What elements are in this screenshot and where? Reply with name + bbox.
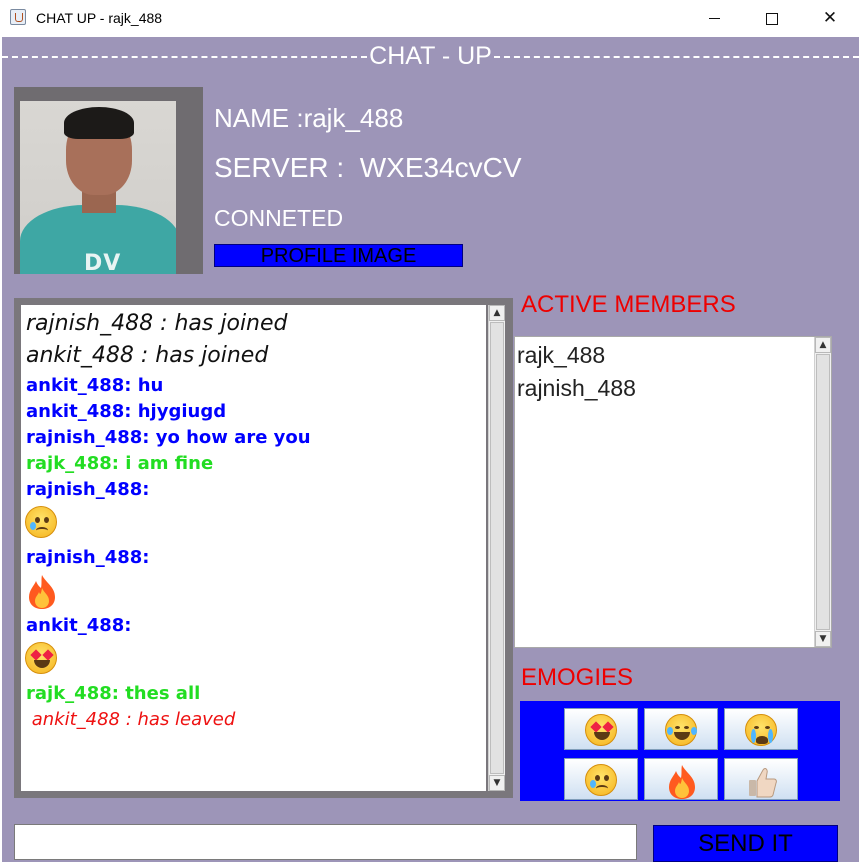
profile-image-button[interactable]: PROFILE IMAGE bbox=[214, 244, 463, 267]
chat-messages[interactable]: rajnish_488 : has joined ankit_488 : has … bbox=[21, 305, 486, 791]
heart-eyes-icon bbox=[25, 642, 57, 674]
chat-message: ankit_488: hjygiugd bbox=[26, 401, 227, 422]
scroll-thumb[interactable] bbox=[490, 322, 504, 774]
send-button[interactable]: SEND IT bbox=[653, 825, 838, 862]
chat-message: rajnish_488: yo how are you bbox=[26, 427, 311, 448]
maximize-button[interactable] bbox=[743, 0, 801, 37]
minimize-icon bbox=[708, 18, 720, 19]
scroll-up-arrow-icon[interactable]: ▲ bbox=[815, 337, 831, 353]
chat-message: rajnish_488: bbox=[26, 547, 150, 568]
loudly-crying-icon bbox=[745, 714, 777, 746]
crying-face-icon bbox=[25, 506, 57, 538]
window-title: CHAT UP - rajk_488 bbox=[36, 10, 163, 26]
crying-face-icon bbox=[585, 764, 617, 796]
profile-avatar: DV bbox=[14, 87, 203, 274]
chat-message: rajnish_488: bbox=[26, 479, 150, 500]
app-title: CHAT - UP bbox=[369, 41, 492, 70]
scroll-thumb[interactable] bbox=[816, 354, 830, 630]
chat-message: rajk_488: i am fine bbox=[26, 453, 214, 474]
profile-photo: DV bbox=[20, 101, 176, 274]
emoji-button-thumbs-up[interactable] bbox=[724, 758, 798, 800]
chat-panel: rajnish_488 : has joined ankit_488 : has … bbox=[14, 298, 513, 798]
message-input[interactable] bbox=[14, 824, 637, 860]
header-banner: CHAT - UP bbox=[2, 41, 859, 71]
heart-eyes-icon bbox=[585, 714, 617, 746]
system-message: ankit_488 : has joined bbox=[26, 343, 269, 368]
fire-icon bbox=[29, 575, 55, 609]
members-scrollbar[interactable]: ▲ ▼ bbox=[814, 337, 831, 647]
scroll-down-arrow-icon[interactable]: ▼ bbox=[815, 631, 831, 647]
close-icon: ✕ bbox=[822, 8, 838, 28]
emoji-button-tears-of-joy[interactable] bbox=[644, 708, 718, 750]
main-frame: CHAT - UP DV NAME :rajk_488 SERVER : WXE… bbox=[2, 37, 859, 862]
scroll-down-arrow-icon[interactable]: ▼ bbox=[489, 775, 505, 791]
chat-message: ankit_488 : has leaved bbox=[26, 709, 236, 730]
emojis-label: EMOGIES bbox=[521, 664, 634, 691]
connection-status: CONNETED bbox=[214, 205, 344, 231]
minimize-button[interactable] bbox=[685, 0, 743, 37]
header-dash-right bbox=[493, 56, 859, 58]
chat-message: ankit_488: hu bbox=[26, 375, 164, 396]
close-button[interactable]: ✕ bbox=[801, 0, 859, 37]
fire-icon bbox=[669, 765, 695, 799]
header-dash-left bbox=[2, 56, 368, 58]
tears-of-joy-icon bbox=[665, 714, 697, 746]
member-item[interactable]: rajnish_488 bbox=[517, 375, 636, 402]
chat-scrollbar[interactable]: ▲ ▼ bbox=[488, 305, 505, 791]
emoji-panel bbox=[520, 701, 840, 801]
emoji-button-loudly-crying[interactable] bbox=[724, 708, 798, 750]
active-members-label: ACTIVE MEMBERS bbox=[521, 291, 736, 318]
photo-shirt-text: DV bbox=[84, 251, 122, 274]
emoji-button-fire[interactable] bbox=[644, 758, 718, 800]
title-bar: CHAT UP - rajk_488 ✕ bbox=[0, 0, 859, 37]
active-members-list[interactable]: ▲ ▼ rajk_488 rajnish_488 bbox=[514, 336, 832, 648]
chat-message: ankit_488: bbox=[26, 615, 132, 636]
java-app-icon bbox=[10, 9, 26, 25]
emoji-button-crying-face[interactable] bbox=[564, 758, 638, 800]
scroll-up-arrow-icon[interactable]: ▲ bbox=[489, 305, 505, 321]
profile-server: SERVER : WXE34cvCV bbox=[214, 152, 522, 183]
system-message: rajnish_488 : has joined bbox=[26, 311, 288, 336]
emoji-button-heart-eyes[interactable] bbox=[564, 708, 638, 750]
maximize-icon bbox=[766, 12, 778, 25]
profile-name: NAME :rajk_488 bbox=[214, 103, 404, 133]
member-item[interactable]: rajk_488 bbox=[517, 342, 605, 369]
thumbs-up-icon bbox=[749, 768, 777, 798]
chat-message: rajk_488: thes all bbox=[26, 683, 201, 704]
